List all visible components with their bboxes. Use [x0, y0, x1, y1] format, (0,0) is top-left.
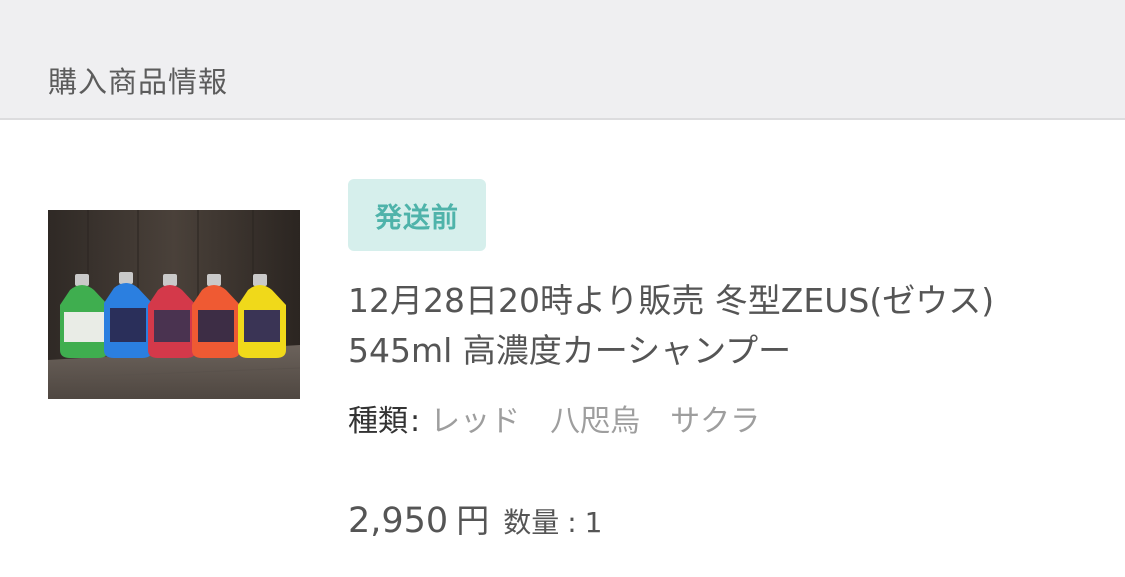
product-title[interactable]: 12月28日20時より販売 冬型ZEUS(ゼウス) 545ml 高濃度カーシャン… [348, 276, 1068, 376]
quantity-separator: : [567, 506, 577, 539]
variant-separator: : [410, 404, 421, 439]
variant-row: 種類: レッド 八咫烏 サクラ [348, 400, 760, 444]
price-value: 2,950 [348, 501, 449, 541]
section-header: 購入商品情報 [0, 0, 1125, 120]
product-photo [48, 210, 300, 399]
status-badge: 発送前 [348, 179, 486, 251]
price-row: 2,950 円数量:1 [348, 496, 602, 546]
product-image[interactable] [48, 210, 300, 399]
price-unit: 円 [456, 501, 490, 540]
quantity-label: 数量 [503, 506, 560, 539]
variant-label: 種類 [348, 404, 408, 439]
variant-value: レッド 八咫烏 サクラ [430, 404, 761, 439]
quantity-value: 1 [584, 506, 603, 539]
section-title: 購入商品情報 [48, 65, 229, 99]
